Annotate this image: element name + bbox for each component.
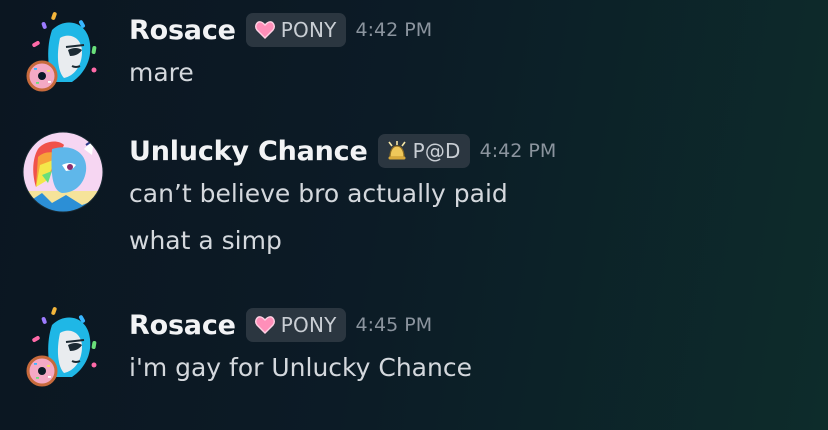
heart-icon xyxy=(254,20,276,40)
server-tag[interactable]: P@D xyxy=(377,134,470,168)
message-header: Rosace PONY 4:45 PM xyxy=(129,305,432,345)
server-tag-label: PONY xyxy=(280,313,337,337)
server-tag[interactable]: PONY xyxy=(245,308,346,342)
timestamp[interactable]: 4:42 PM xyxy=(356,19,433,41)
timestamp[interactable]: 4:45 PM xyxy=(356,314,433,336)
username[interactable]: Unlucky Chance xyxy=(129,136,368,167)
pony-avatar-image xyxy=(22,131,104,213)
server-tag[interactable]: PONY xyxy=(245,13,346,47)
message-header: Unlucky Chance P@D 4:42 PM xyxy=(129,131,556,171)
bell-icon xyxy=(386,141,408,161)
message-header: Rosace PONY 4:42 PM xyxy=(129,10,432,50)
message-text: mare xyxy=(129,58,194,87)
message-text: what a simp xyxy=(129,226,282,255)
heart-icon xyxy=(254,315,276,335)
timestamp[interactable]: 4:42 PM xyxy=(480,140,557,162)
server-tag-label: P@D xyxy=(412,139,461,163)
avatar[interactable] xyxy=(22,10,104,92)
chat-message-list: Rosace PONY 4:42 PM mare Unlucky Chance … xyxy=(0,0,828,430)
username[interactable]: Rosace xyxy=(129,310,236,341)
avatar[interactable] xyxy=(22,131,104,213)
message-text: i'm gay for Unlucky Chance xyxy=(129,353,472,382)
avatar[interactable] xyxy=(22,305,104,387)
server-tag-label: PONY xyxy=(280,18,337,42)
pony-avatar-image xyxy=(26,12,97,92)
message-text: can’t believe bro actually paid xyxy=(129,179,508,208)
pony-avatar-image xyxy=(26,307,97,387)
username[interactable]: Rosace xyxy=(129,15,236,46)
